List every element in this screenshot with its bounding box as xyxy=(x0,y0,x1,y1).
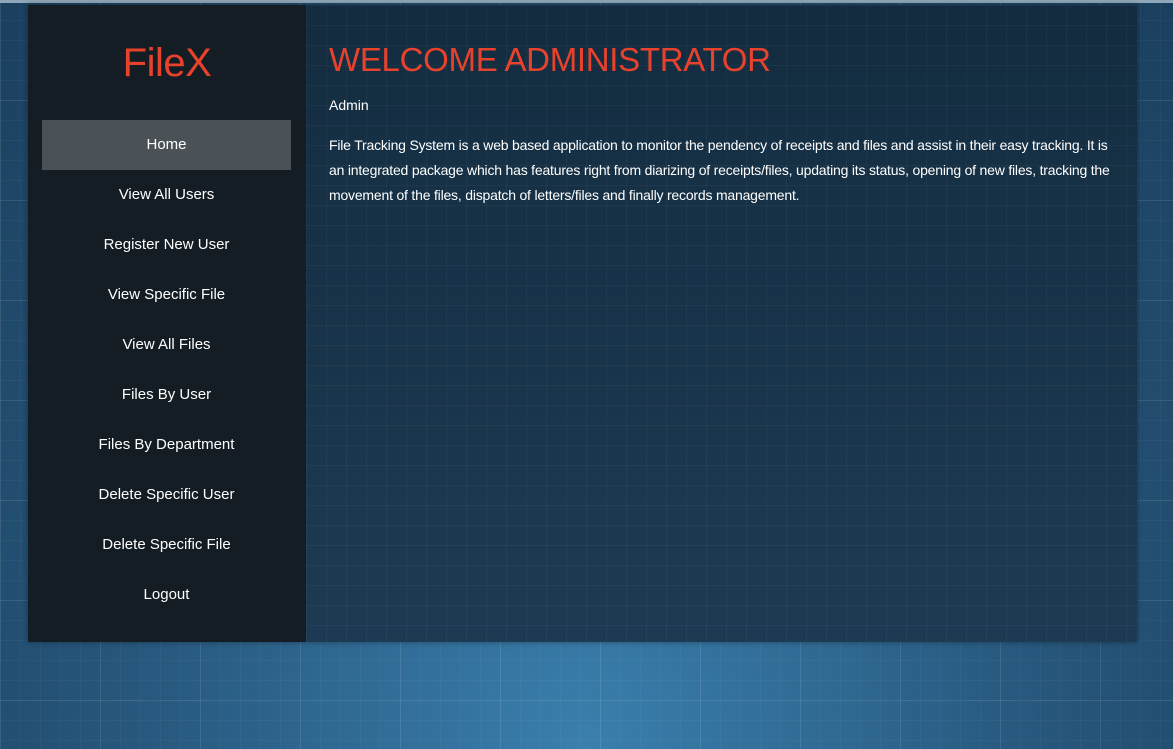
sidebar-item-view-all-files[interactable]: View All Files xyxy=(42,320,291,370)
page-title: WELCOME ADMINISTRATOR xyxy=(329,41,771,78)
sidebar-item-view-specific-file[interactable]: View Specific File xyxy=(42,270,291,320)
sidebar-item-delete-specific-user[interactable]: Delete Specific User xyxy=(42,470,291,520)
sidebar-item-register-new-user[interactable]: Register New User xyxy=(42,220,291,270)
sidebar-item-files-by-department[interactable]: Files By Department xyxy=(42,420,291,470)
app-logo[interactable]: FileX xyxy=(28,41,306,86)
top-strip xyxy=(0,0,1173,3)
sidebar-item-view-all-users[interactable]: View All Users xyxy=(42,170,291,220)
sidebar: FileX Home View All Users Register New U… xyxy=(28,5,306,642)
current-user-name: Admin xyxy=(329,97,369,113)
sidebar-item-home[interactable]: Home xyxy=(42,120,291,170)
sidebar-item-files-by-user[interactable]: Files By User xyxy=(42,370,291,420)
sidebar-item-logout[interactable]: Logout xyxy=(42,570,291,620)
sidebar-nav: Home View All Users Register New User Vi… xyxy=(42,120,291,620)
system-description: File Tracking System is a web based appl… xyxy=(329,137,1110,203)
content-area: WELCOME ADMINISTRATOR Admin File Trackin… xyxy=(306,5,1137,642)
main-panel: FileX Home View All Users Register New U… xyxy=(28,5,1137,642)
sidebar-item-delete-specific-file[interactable]: Delete Specific File xyxy=(42,520,291,570)
